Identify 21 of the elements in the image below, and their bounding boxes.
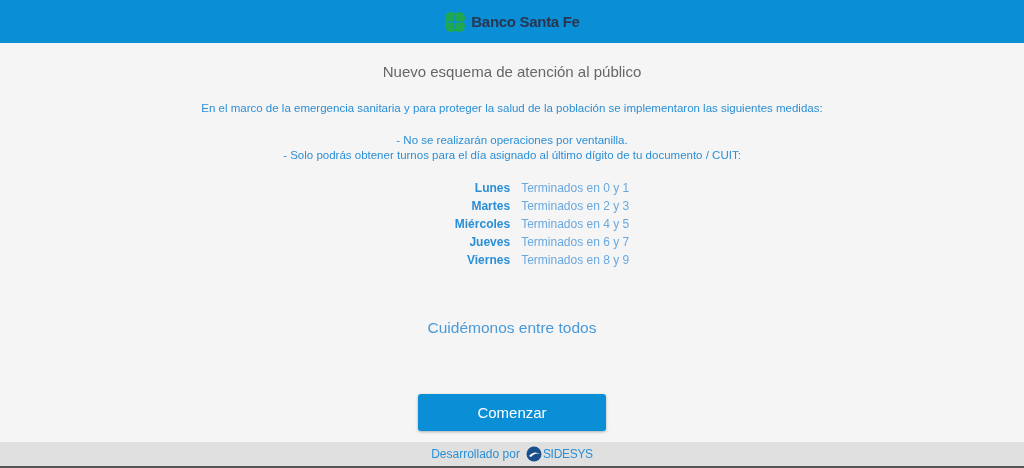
developer-credit: Desarrollado por (431, 447, 520, 461)
page-title: Nuevo esquema de atención al público (382, 63, 642, 80)
measure-text: - Solo podrás obtener turnos para el día asignado al último dígito de tu documento / CUIT: (283, 149, 741, 161)
digit-rule: Terminados en 4 y 5 (521, 217, 630, 231)
day-label: Miércoles (454, 217, 511, 231)
logo-text: SIDESYS (542, 447, 593, 461)
digit-rule: Terminados en 0 y 1 (521, 181, 630, 195)
day-label: Viernes (466, 253, 511, 267)
digit-rule: Terminados en 2 y 3 (521, 199, 630, 213)
day-label: Lunes (473, 181, 511, 195)
day-label: Jueves (468, 235, 511, 249)
swirl-logo-icon (525, 446, 542, 462)
intro-text: En el marco de la emergencia sanitaria y para proteger la salud de la población se implementaron las siguientes medidas: (201, 102, 823, 114)
digit-rule: Terminados en 8 y 9 (521, 253, 630, 267)
clover-logo-icon (444, 10, 467, 33)
measure-text: - No se realizarán operaciones por ventanilla. (396, 134, 628, 146)
digit-rule: Terminados en 6 y 7 (521, 235, 630, 249)
day-label: Martes (470, 199, 511, 213)
closing-text: Cuidémonos entre todos (427, 319, 597, 337)
brand-name: Banco Santa Fe (471, 13, 580, 30)
start-button[interactable]: Comenzar (418, 394, 606, 431)
